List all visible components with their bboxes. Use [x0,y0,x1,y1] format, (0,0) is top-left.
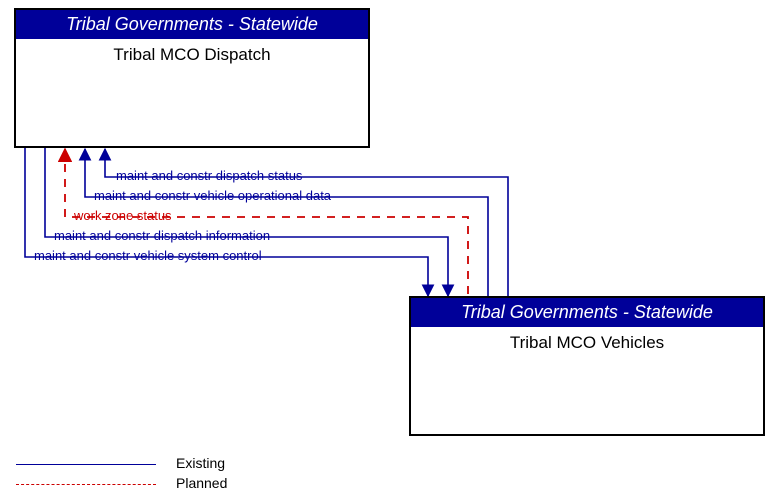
flow-label-dispatch-status: maint and constr dispatch status [116,168,302,183]
entity-vehicles-header: Tribal Governments - Statewide [411,298,763,327]
flow-label-vehicle-op-data: maint and constr vehicle operational dat… [94,188,331,203]
legend-label-planned: Planned [176,475,227,491]
flow-label-vehicle-system-control: maint and constr vehicle system control [34,248,262,263]
entity-dispatch-title: Tribal MCO Dispatch [16,39,368,65]
legend-label-existing: Existing [176,455,225,471]
legend-swatch-existing [16,464,156,465]
entity-vehicles-title: Tribal MCO Vehicles [411,327,763,353]
flow-label-dispatch-information: maint and constr dispatch information [54,228,270,243]
entity-dispatch: Tribal Governments - Statewide Tribal MC… [14,8,370,148]
entity-vehicles: Tribal Governments - Statewide Tribal MC… [409,296,765,436]
flow-label-work-zone-status: work zone status [74,208,172,223]
legend-swatch-planned [16,484,156,485]
entity-dispatch-header: Tribal Governments - Statewide [16,10,368,39]
